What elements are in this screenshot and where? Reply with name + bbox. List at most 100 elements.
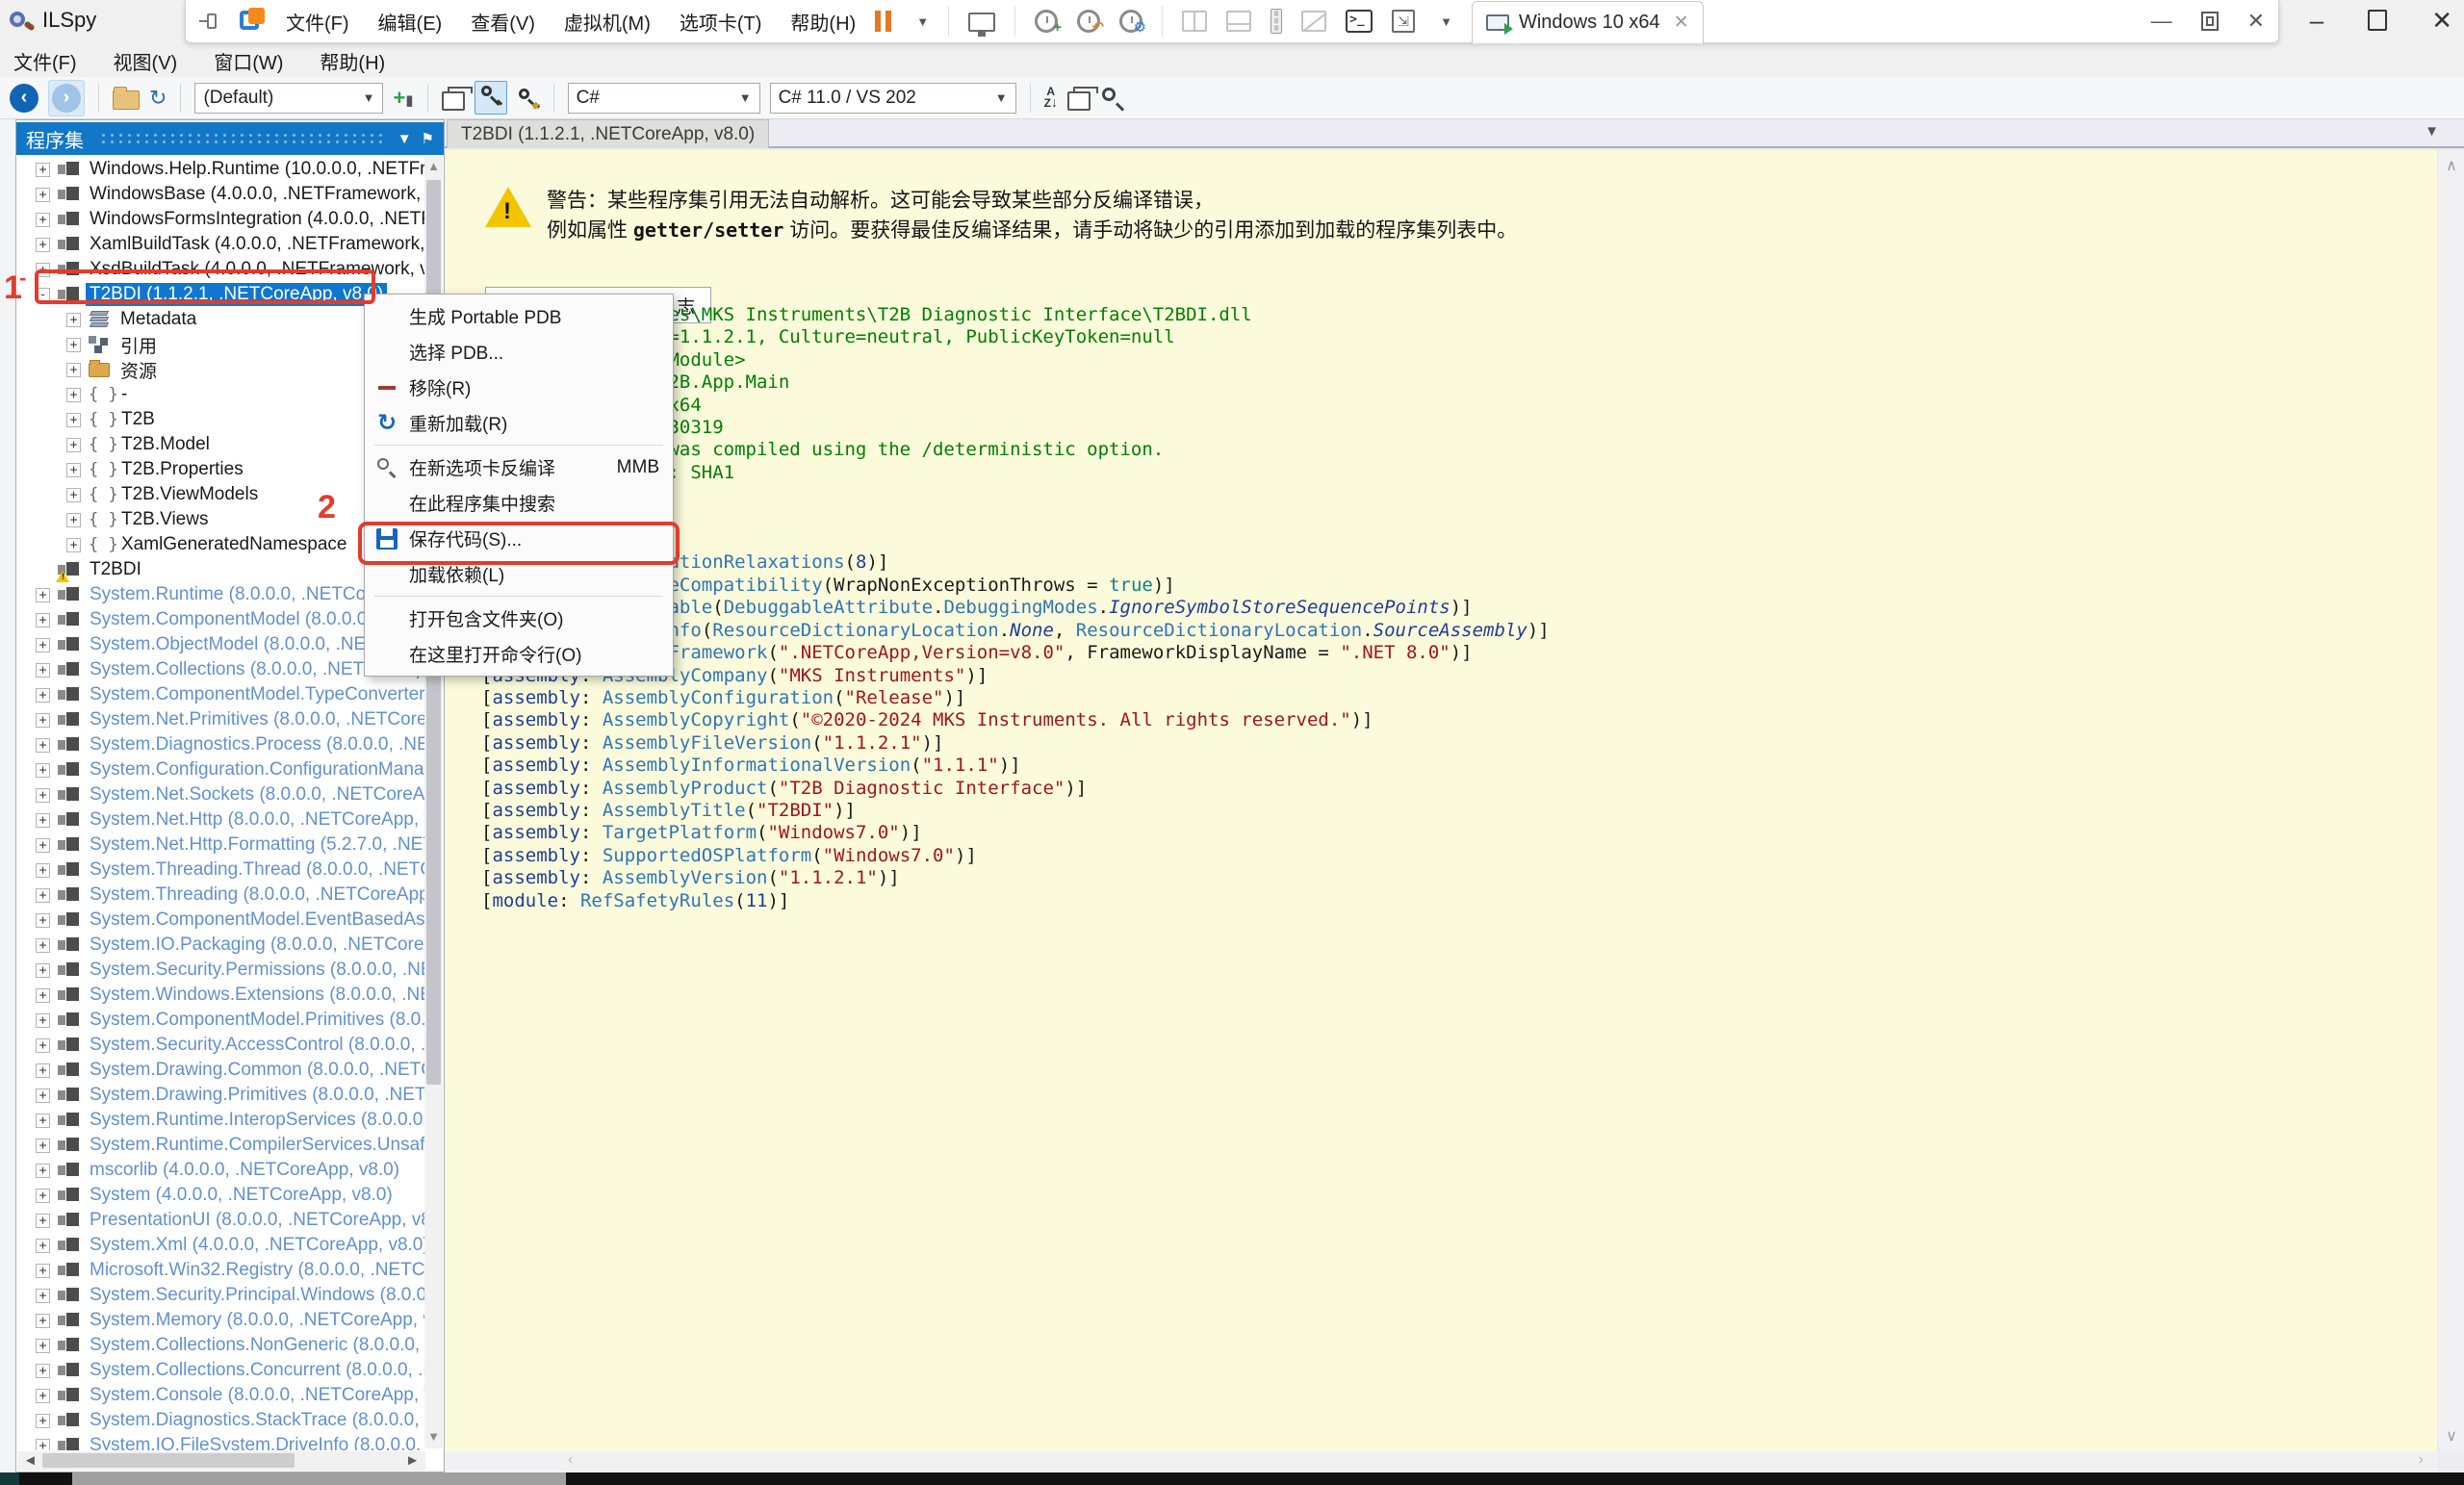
tree-hscroll-thumb[interactable] [42, 1453, 295, 1468]
expand-icon[interactable]: + [36, 663, 50, 678]
code-horizontal-scrollbar[interactable]: ‹ › [445, 1451, 2437, 1472]
expand-icon[interactable]: + [36, 863, 50, 878]
pause-dropdown-icon[interactable]: ▼ [916, 14, 929, 29]
expand-icon[interactable]: + [66, 338, 81, 352]
tree-item[interactable]: +System.Threading.Thread (8.0.0.0, .NETC… [16, 858, 424, 883]
expand-icon[interactable]: + [36, 963, 50, 978]
assembly-list-dropdown[interactable]: (Default)▼ [194, 83, 383, 114]
panel-pin-icon[interactable]: ⚑ [422, 130, 434, 147]
tree-item[interactable]: +System.ComponentModel.TypeConverter ( [16, 682, 424, 707]
code-scroll-right-icon[interactable]: › [2419, 1451, 2424, 1469]
expand-icon[interactable]: + [66, 313, 81, 327]
vm-tab[interactable]: Windows 10 x64 ✕ [1472, 1, 1704, 43]
code-scroll-down-icon[interactable]: ∨ [2439, 1426, 2464, 1446]
tree-item[interactable]: +System.Runtime.CompilerServices.Unsafe [16, 1133, 424, 1158]
tree-item[interactable]: +System.ComponentModel.EventBasedAsy [16, 908, 424, 933]
menu-item[interactable]: 窗口(W) [214, 47, 283, 75]
show-library-icon[interactable] [1182, 11, 1207, 32]
show-internal-api-toggle[interactable] [475, 81, 507, 115]
tree-item[interactable]: +System.IO.FileSystem.DriveInfo (8.0.0.0… [16, 1433, 424, 1450]
context-menu-item[interactable]: 生成 Portable PDB [365, 298, 673, 334]
menu-item[interactable]: 文件(F) [13, 47, 77, 75]
expand-icon[interactable]: + [36, 1114, 50, 1128]
expand-icon[interactable]: + [36, 1013, 50, 1028]
expand-icon[interactable]: + [36, 1364, 50, 1378]
context-menu-item[interactable]: 加载依赖(L) [365, 556, 673, 592]
expand-icon[interactable]: + [36, 588, 50, 602]
expand-icon[interactable]: + [36, 1088, 50, 1103]
expand-icon[interactable]: + [66, 438, 81, 452]
context-menu-item[interactable]: 保存代码(S)... [365, 521, 673, 556]
context-menu-item[interactable]: 在这里打开命令行(O) [365, 636, 673, 672]
code-scroll-left-icon[interactable]: ‹ [568, 1451, 573, 1469]
tree-item[interactable]: +System.Security.AccessControl (8.0.0.0,… [16, 1033, 424, 1058]
search-icon[interactable] [1100, 86, 1125, 111]
expand-icon[interactable]: + [36, 1389, 50, 1403]
back-button[interactable]: ‹ [10, 84, 38, 113]
code-vertical-scrollbar[interactable]: ∧ ∨ [2439, 150, 2464, 1451]
fullscreen-toggle[interactable] [1270, 9, 1282, 34]
scroll-down-icon[interactable]: ▼ [424, 1429, 443, 1447]
language-dropdown[interactable]: C#▼ [568, 83, 760, 114]
vm-minimize-button[interactable]: — [2151, 9, 2172, 34]
expand-icon[interactable]: + [66, 488, 81, 502]
expand-icon[interactable]: + [36, 1063, 50, 1078]
expand-icon[interactable]: + [36, 713, 50, 728]
tree-item[interactable]: +PresentationUI (8.0.0.0, .NETCoreApp, v… [16, 1208, 424, 1233]
expand-icon[interactable]: + [66, 463, 81, 477]
context-menu-item[interactable]: 选择 PDB... [365, 334, 673, 370]
expand-icon[interactable]: + [36, 1214, 50, 1228]
menu-item[interactable]: 视图(V) [114, 47, 178, 75]
expand-icon[interactable]: + [66, 538, 81, 552]
code-scroll-up-icon[interactable]: ∧ [2439, 156, 2464, 175]
context-menu-item[interactable]: ↻重新加载(R) [365, 405, 673, 441]
tree-item[interactable]: +System.Net.Http (8.0.0.0, .NETCoreApp, … [16, 807, 424, 832]
take-snapshot-icon[interactable]: + [1035, 10, 1058, 33]
tree-item[interactable]: +System.Collections.NonGeneric (8.0.0.0,… [16, 1333, 424, 1358]
expand-icon[interactable]: + [36, 638, 50, 653]
expand-icon[interactable]: + [36, 163, 50, 177]
vm-menu-item[interactable]: 文件(F) [286, 8, 349, 36]
tree-item[interactable]: +System.Diagnostics.StackTrace (8.0.0.0,… [16, 1408, 424, 1433]
scroll-left-icon[interactable]: ◄ [23, 1452, 38, 1469]
manage-snapshots-icon[interactable]: ⚙ [1119, 10, 1142, 33]
expand-icon[interactable]: + [36, 938, 50, 953]
tree-item[interactable]: +System.Runtime.InteropServices (8.0.0.0… [16, 1108, 424, 1133]
tree-horizontal-scrollbar[interactable]: ◄ ► [17, 1451, 425, 1471]
tree-item[interactable]: +Windows.Help.Runtime (10.0.0.0, .NETFra [16, 157, 424, 182]
expand-icon[interactable]: + [36, 763, 50, 778]
tree-item[interactable]: +System.IO.Packaging (8.0.0.0, .NETCoreA… [16, 933, 424, 958]
tree-item[interactable]: +System.Memory (8.0.0.0, .NETCoreApp, v8 [16, 1308, 424, 1333]
expand-icon[interactable]: + [66, 363, 81, 377]
vm-menu-item[interactable]: 选项卡(T) [680, 8, 762, 36]
tree-item[interactable]: +XamlBuildTask (4.0.0.0, .NETFramework, … [16, 232, 424, 257]
restore-button[interactable] [2368, 10, 2387, 31]
vm-tab-close-icon[interactable]: ✕ [1674, 12, 1689, 34]
terminal-icon[interactable]: >_ [1346, 10, 1373, 33]
forward-button[interactable]: › [48, 80, 85, 116]
context-menu-item[interactable]: 在此程序集中搜索 [365, 485, 673, 521]
tree-item[interactable]: +XsdBuildTask (4.0.0.0, .NETFramework, v… [16, 257, 424, 282]
panel-menu-icon[interactable]: ▼ [398, 131, 412, 147]
vm-maximize-button[interactable] [2201, 12, 2219, 31]
expand-icon[interactable]: + [36, 913, 50, 928]
vm-menu-item[interactable]: 查看(V) [471, 8, 535, 36]
expand-icon[interactable]: + [36, 1239, 50, 1253]
vm-menu-item[interactable]: 虚拟机(M) [564, 8, 651, 36]
tab-list-icon[interactable]: ▼ [2425, 123, 2439, 140]
expand-icon[interactable]: + [36, 1339, 50, 1353]
expand-icon[interactable]: + [36, 1038, 50, 1053]
send-ctrl-alt-del-icon[interactable] [968, 13, 995, 32]
expand-icon[interactable]: + [36, 988, 50, 1003]
minimize-button[interactable]: – [2310, 6, 2323, 36]
revert-snapshot-icon[interactable]: ↶ [1077, 10, 1100, 33]
fit-dropdown-icon[interactable]: ▼ [1440, 14, 1452, 29]
expand-icon[interactable]: + [36, 1164, 50, 1178]
vm-menu-item[interactable]: 编辑(E) [378, 8, 443, 36]
expand-icon[interactable]: + [36, 813, 50, 828]
expand-icon[interactable]: + [66, 513, 81, 527]
context-menu-item[interactable]: 在新选项卡反编译MMB [365, 449, 673, 485]
context-menu-item[interactable]: 移除(R) [365, 370, 673, 405]
vm-close-button[interactable]: ✕ [2247, 9, 2265, 34]
collapse-tree-icon[interactable] [1067, 91, 1091, 111]
